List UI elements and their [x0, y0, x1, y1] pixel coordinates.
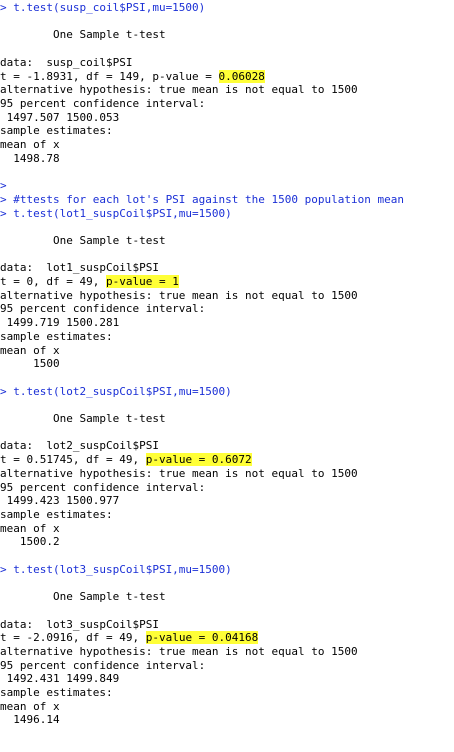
console-output-line: t = 0, df = 49, p-value = 1 — [0, 275, 179, 289]
line-text: data: lot3_suspCoil$PSI — [0, 617, 159, 631]
line-text: t = -1.8931, df = 149, p-value = — [0, 69, 219, 83]
line-text: > t.test(lot1_suspCoil$PSI,mu=1500) — [0, 206, 232, 220]
console-output-line: 1500 — [0, 357, 66, 371]
line-text: 1498.78 — [0, 151, 67, 165]
line-text: > #ttests for each lot's PSI against the… — [0, 192, 404, 206]
console-output-line: data: lot1_suspCoil$PSI — [0, 261, 159, 275]
highlighted-p-value: 0.06028 — [218, 69, 265, 83]
console-output-line: alternative hypothesis: true mean is not… — [0, 289, 358, 303]
console-command-line: > t.test(lot1_suspCoil$PSI,mu=1500) — [0, 207, 232, 221]
console-output-line: 1492.431 1499.849 — [0, 672, 120, 686]
line-text: 95 percent confidence interval: — [0, 96, 206, 110]
console-output-line: 1496.14 — [0, 713, 66, 727]
console-output-line: One Sample t-test — [0, 590, 166, 604]
console-output-line: mean of x — [0, 700, 66, 714]
line-text: data: susp_coil$PSI — [0, 55, 133, 69]
line-text: mean of x — [0, 138, 67, 151]
line-text: t = -2.0916, df = 49, — [0, 631, 146, 645]
line-text: > t.test(lot3_suspCoil$PSI,mu=1500) — [0, 562, 232, 576]
console-output-line: 95 percent confidence interval: — [0, 481, 205, 495]
line-text: 95 percent confidence interval: — [0, 658, 206, 672]
line-text: 1499.423 1500.977 — [0, 494, 120, 508]
line-text: > t.test(susp_coil$PSI,mu=1500) — [0, 1, 206, 14]
line-text: 1500.2 — [0, 535, 67, 549]
console-output-line: sample estimates: — [0, 508, 113, 522]
line-text: mean of x — [0, 521, 67, 535]
line-text: t = 0, df = 49, — [0, 275, 106, 288]
console-output-line: alternative hypothesis: true mean is not… — [0, 645, 358, 659]
line-text: sample estimates: — [0, 124, 113, 138]
r-console-output: > t.test(susp_coil$PSI,mu=1500) One Samp… — [0, 0, 454, 752]
line-text: mean of x — [0, 699, 67, 713]
line-text: One Sample t-test — [0, 233, 166, 247]
line-text: alternative hypothesis: true mean is not… — [0, 83, 358, 97]
console-output-line: 1497.507 1500.053 — [0, 110, 120, 125]
line-text: One Sample t-test — [0, 28, 166, 42]
console-output-line: sample estimates: — [0, 124, 113, 138]
console-command-line: > t.test(lot3_suspCoil$PSI,mu=1500) — [0, 563, 232, 577]
highlighted-p-value: p-value = 1 — [105, 275, 179, 288]
console-output-line: data: lot3_suspCoil$PSI — [0, 618, 159, 632]
line-text: One Sample t-test — [0, 590, 166, 604]
console-output-line: mean of x — [0, 138, 66, 152]
line-text: 1496.14 — [0, 713, 67, 727]
console-command-line: > t.test(lot2_suspCoil$PSI,mu=1500) — [0, 385, 232, 399]
console-output-line: One Sample t-test — [0, 412, 166, 426]
line-text: alternative hypothesis: true mean is not… — [0, 288, 358, 302]
highlighted-p-value: p-value = 0.04168 — [145, 631, 259, 645]
line-text: 95 percent confidence interval: — [0, 302, 206, 316]
line-text: 1500 — [0, 357, 67, 371]
console-output-line: sample estimates: — [0, 686, 113, 700]
line-text: 1492.431 1499.849 — [0, 672, 120, 686]
console-output-line: 1499.423 1500.977 — [0, 494, 120, 508]
line-text: 1499.719 1500.281 — [0, 316, 120, 330]
line-text: sample estimates: — [0, 686, 113, 699]
line-text: alternative hypothesis: true mean is not… — [0, 466, 358, 480]
console-output-line: mean of x — [0, 522, 66, 536]
line-text: 95 percent confidence interval: — [0, 480, 206, 494]
line-text: sample estimates: — [0, 329, 113, 343]
console-command-line: > #ttests for each lot's PSI against the… — [0, 193, 404, 207]
console-output-line: One Sample t-test — [0, 234, 166, 248]
console-output-line: mean of x — [0, 344, 66, 358]
highlighted-p-value: p-value = 0.6072 — [145, 453, 252, 467]
line-text: sample estimates: — [0, 507, 113, 521]
console-output-line: t = 0.51745, df = 49, p-value = 0.6072 — [0, 453, 252, 467]
line-text: 1497.507 1500.053 — [0, 110, 120, 124]
console-output-line: 1500.2 — [0, 535, 66, 549]
console-output-line: sample estimates: — [0, 330, 113, 344]
console-output-line: 95 percent confidence interval: — [0, 659, 205, 673]
console-output-line: alternative hypothesis: true mean is not… — [0, 467, 358, 481]
console-output-line: 95 percent confidence interval: — [0, 302, 205, 316]
console-output-line: data: lot2_suspCoil$PSI — [0, 439, 159, 453]
console-output-line: One Sample t-test — [0, 28, 166, 42]
console-output-line: 1499.719 1500.281 — [0, 316, 120, 330]
console-output-line: 1498.78 — [0, 152, 66, 166]
console-output-line: t = -2.0916, df = 49, p-value = 0.04168 — [0, 631, 259, 645]
console-command-line: > t.test(susp_coil$PSI,mu=1500) — [0, 1, 205, 15]
line-text: data: lot1_suspCoil$PSI — [0, 261, 159, 275]
line-text: > t.test(lot2_suspCoil$PSI,mu=1500) — [0, 384, 232, 398]
line-text: mean of x — [0, 343, 67, 357]
console-output-line: alternative hypothesis: true mean is not… — [0, 83, 358, 97]
line-text: data: lot2_suspCoil$PSI — [0, 439, 159, 453]
line-text: t = 0.51745, df = 49, — [0, 453, 146, 467]
console-output-line: t = -1.8931, df = 149, p-value = 0.06028 — [0, 69, 265, 84]
console-output-line: data: susp_coil$PSI — [0, 56, 132, 70]
line-text: alternative hypothesis: true mean is not… — [0, 644, 358, 658]
console-command-line: > — [0, 179, 13, 193]
line-text: One Sample t-test — [0, 412, 166, 425]
line-text: > — [0, 179, 14, 193]
console-output-line: 95 percent confidence interval: — [0, 97, 205, 111]
